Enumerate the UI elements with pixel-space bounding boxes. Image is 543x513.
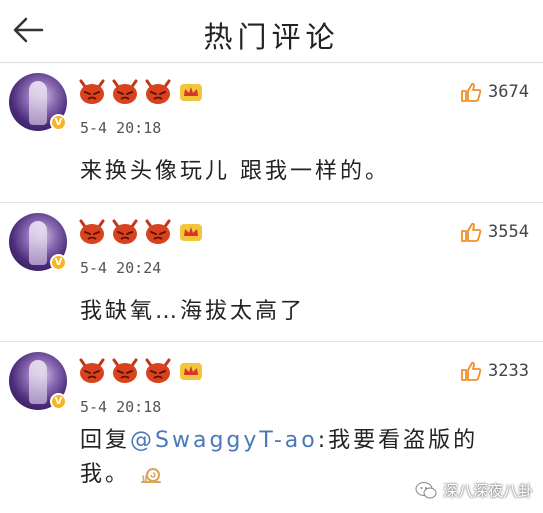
comment-time: 5-4 20:18: [80, 398, 162, 416]
reply-prefix: 回复: [80, 428, 131, 453]
badge-row: [78, 217, 203, 247]
comment-text: 我缺氧…海拔太高了: [80, 299, 306, 324]
devil-icon: [112, 79, 138, 104]
like-button[interactable]: 3554: [460, 221, 529, 243]
snail-emoji-icon: [141, 468, 162, 483]
user-mention-link[interactable]: @SwaggyT-ao: [130, 428, 318, 453]
devil-icon: [112, 219, 138, 244]
thumbs-up-icon: [461, 82, 482, 102]
devil-icon: [145, 219, 171, 244]
like-count: 3674: [488, 82, 529, 102]
like-count: 3233: [488, 361, 529, 381]
badge-row: [78, 77, 203, 107]
comment-time: 5-4 20:18: [80, 119, 162, 137]
comment-time: 5-4 20:24: [80, 259, 162, 277]
comment-text-line2: 我。: [80, 462, 131, 487]
devil-icon: [79, 358, 105, 383]
comment-item: V 3554 5-4 20:24 我缺氧…海拔太高了: [0, 203, 543, 342]
top-bar: 热门评论: [0, 0, 543, 63]
verified-badge-icon: V: [50, 254, 67, 271]
wechat-icon: [415, 481, 437, 498]
verified-badge-icon: V: [50, 114, 67, 131]
thumbs-up-icon: [461, 361, 482, 381]
thumbs-up-icon: [461, 222, 482, 242]
verified-badge-icon: V: [50, 393, 67, 410]
devil-icon: [79, 219, 105, 244]
devil-icon: [145, 358, 171, 383]
watermark-text: 深八深夜八卦: [442, 482, 533, 500]
like-button[interactable]: 3233: [460, 360, 529, 382]
devil-icon: [112, 358, 138, 383]
comment-text-line1: :我要看盗版的: [317, 428, 479, 453]
crown-icon: [180, 363, 202, 380]
crown-icon: [180, 224, 202, 241]
watermark: 深八深夜八卦: [415, 480, 533, 501]
comment-item: V 3674 5-4 20:18 来换头像玩儿 跟我一样的。: [0, 63, 543, 203]
page-title: 热门评论: [203, 20, 340, 54]
badge-row: [78, 356, 203, 386]
devil-icon: [79, 79, 105, 104]
like-count: 3554: [488, 222, 529, 242]
crown-icon: [180, 84, 202, 101]
like-button[interactable]: 3674: [460, 81, 529, 103]
comment-text: 来换头像玩儿 跟我一样的。: [80, 159, 390, 184]
devil-icon: [145, 79, 171, 104]
